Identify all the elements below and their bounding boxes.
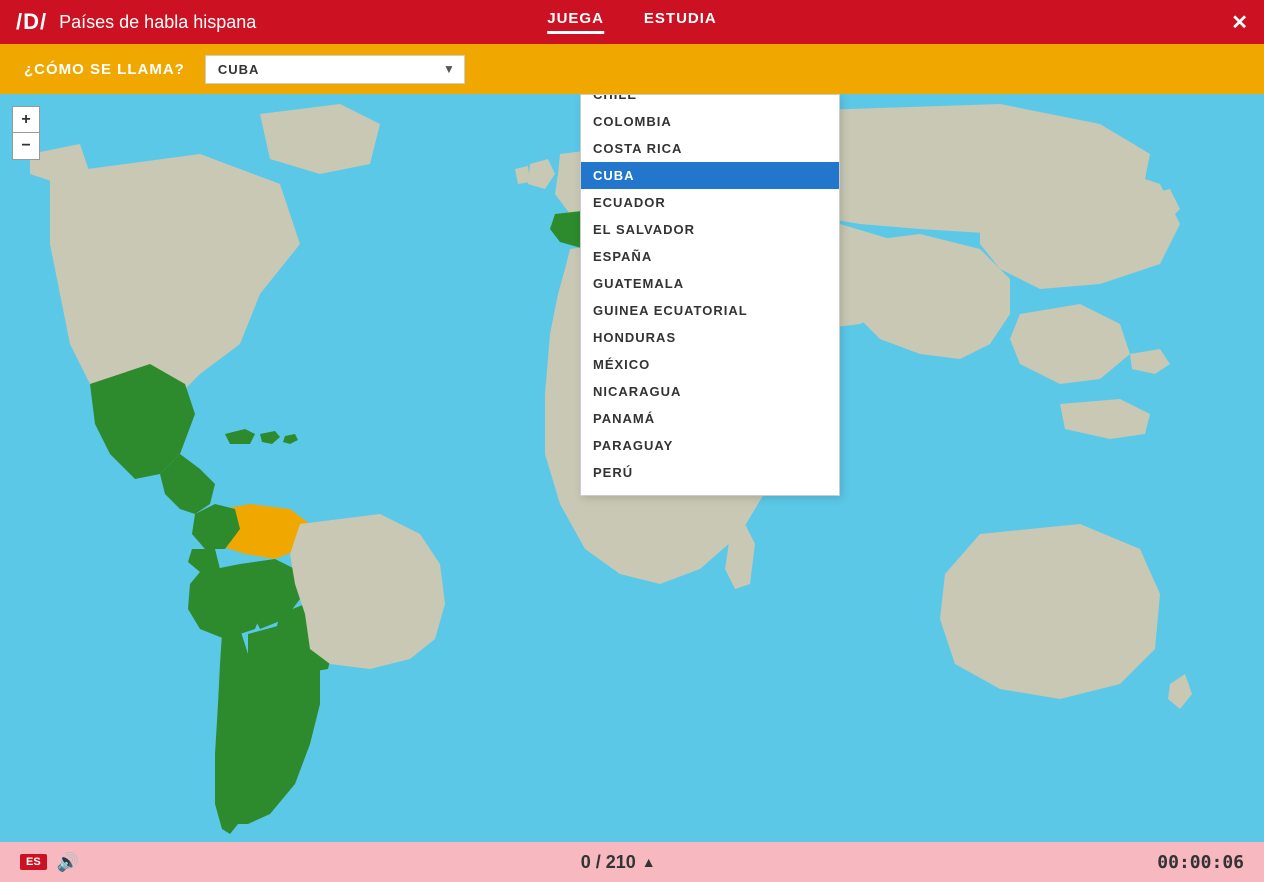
select-wrapper: SELECCIONA DE LA LISTAARGENTINABOLIVIACH…	[205, 55, 465, 84]
score-display: 0 / 210 ▲	[581, 852, 656, 873]
score-chevron-icon[interactable]: ▲	[642, 854, 656, 870]
dropdown-item[interactable]: COLOMBIA	[581, 108, 839, 135]
score-text: 0 / 210	[581, 852, 636, 873]
dropdown-item[interactable]: PUERTO RICO	[581, 486, 839, 495]
zoom-in-button[interactable]: +	[13, 107, 39, 133]
dropdown-item[interactable]: CUBA	[581, 162, 839, 189]
dropdown-scroll-area[interactable]: SELECCIONA DE LA LISTAARGENTINABOLIVIACH…	[581, 95, 839, 495]
dropdown-item[interactable]: PERÚ	[581, 459, 839, 486]
dropdown-item[interactable]: CHILE	[581, 95, 839, 108]
timer-display: 00:00:06	[1157, 852, 1244, 873]
zoom-out-button[interactable]: −	[13, 133, 39, 159]
dropdown-item[interactable]: ECUADOR	[581, 189, 839, 216]
dropdown-item[interactable]: GUINEA ECUATORIAL	[581, 297, 839, 324]
dropdown-item[interactable]: HONDURAS	[581, 324, 839, 351]
country-dropdown: SELECCIONA DE LA LISTAARGENTINABOLIVIACH…	[580, 94, 840, 496]
question-label: ¿CÓMO SE LLAMA?	[24, 61, 185, 78]
dropdown-item[interactable]: COSTA RICA	[581, 135, 839, 162]
nav-tabs: JUEGA ESTUDIA	[547, 10, 717, 34]
sound-icon[interactable]: 🔊	[57, 852, 79, 873]
zoom-controls: + −	[12, 106, 40, 160]
logo: /D/	[16, 9, 47, 35]
bottom-bar: ES 🔊 0 / 210 ▲ 00:00:06	[0, 842, 1264, 882]
dropdown-item[interactable]: EL SALVADOR	[581, 216, 839, 243]
header: /D/ Países de habla hispana JUEGA ESTUDI…	[0, 0, 1264, 44]
dropdown-item[interactable]: ESPAÑA	[581, 243, 839, 270]
tab-estudia[interactable]: ESTUDIA	[644, 10, 717, 34]
country-select[interactable]: SELECCIONA DE LA LISTAARGENTINABOLIVIACH…	[205, 55, 465, 84]
dropdown-item[interactable]: PARAGUAY	[581, 432, 839, 459]
dropdown-item[interactable]: GUATEMALA	[581, 270, 839, 297]
left-controls: ES 🔊	[20, 852, 79, 873]
app-title: Países de habla hispana	[59, 12, 256, 33]
dropdown-item[interactable]: MÉXICO	[581, 351, 839, 378]
question-bar: ¿CÓMO SE LLAMA? SELECCIONA DE LA LISTAAR…	[0, 44, 1264, 94]
language-badge: ES	[20, 854, 47, 870]
close-button[interactable]: ✕	[1231, 10, 1248, 35]
map-area: + −	[0, 94, 1264, 842]
dropdown-item[interactable]: NICARAGUA	[581, 378, 839, 405]
dropdown-item[interactable]: PANAMÁ	[581, 405, 839, 432]
tab-juega[interactable]: JUEGA	[547, 10, 604, 34]
